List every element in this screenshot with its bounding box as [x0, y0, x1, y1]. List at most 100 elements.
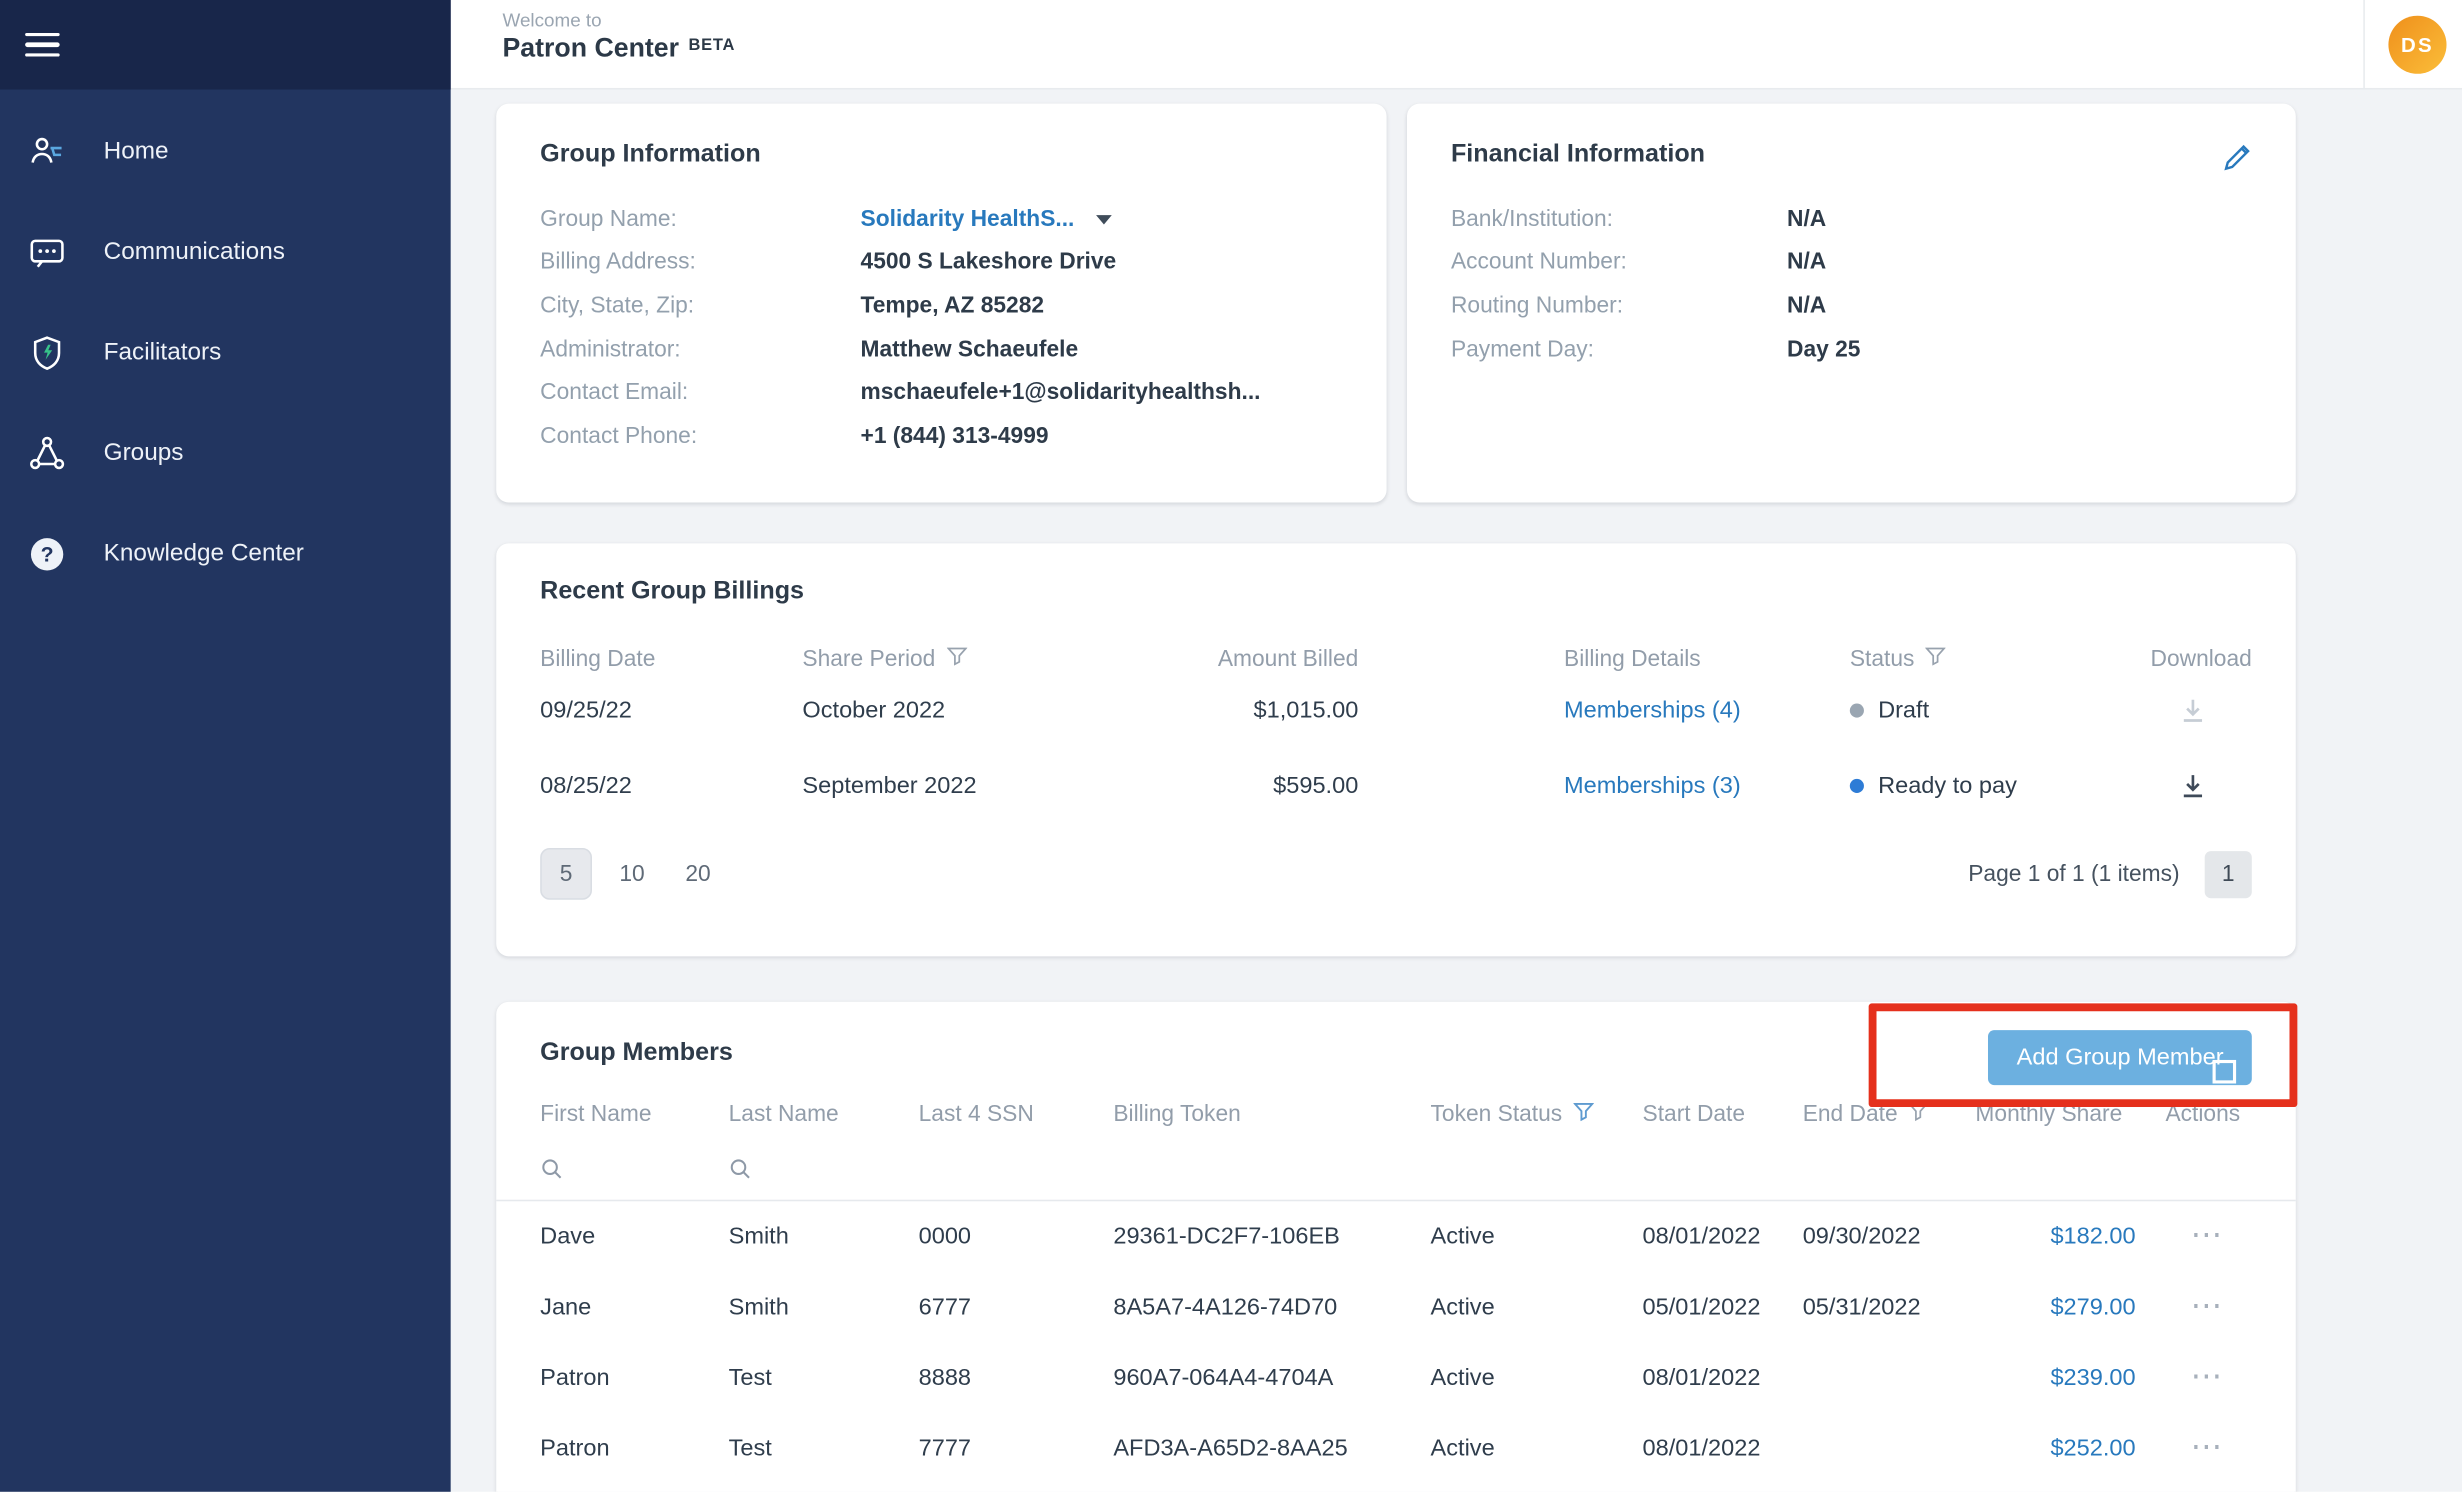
beta-badge: BETA — [688, 36, 735, 55]
avatar[interactable]: DS — [2388, 16, 2446, 74]
filter-icon[interactable] — [1925, 647, 1945, 672]
network-icon — [25, 432, 69, 476]
billing-token: 29361-DC2F7-106EB — [1113, 1223, 1430, 1250]
start-date: 08/01/2022 — [1643, 1435, 1803, 1462]
more-actions-icon[interactable]: ⋯ — [2165, 1432, 2222, 1463]
last-name: Test — [729, 1365, 919, 1392]
page-1-button[interactable]: 1 — [2205, 850, 2252, 897]
menu-toggle-button[interactable] — [25, 27, 69, 62]
billing-token: AFD3A-A65D2-8AA25 — [1113, 1435, 1430, 1462]
member-row: Dave Smith 0000 29361-DC2F7-106EB Active… — [540, 1201, 2252, 1272]
last4-ssn: 6777 — [919, 1294, 1114, 1321]
column-header: Last 4 SSN — [919, 1102, 1114, 1127]
field-value: N/A — [1787, 294, 2252, 319]
person-desk-icon — [25, 130, 69, 174]
field-value: mschaeufele+1@solidarityhealthsh... — [861, 380, 1343, 405]
sidebar-item-facilitators[interactable]: Facilitators — [0, 303, 451, 403]
field-label: City, State, Zip: — [540, 294, 860, 319]
chat-icon — [25, 231, 69, 275]
info-row: Group Name: Solidarity HealthS... — [540, 198, 1342, 241]
billing-token: 8A5A7-4A126-74D70 — [1113, 1294, 1430, 1321]
billing-row: 08/25/22 September 2022 $595.00 Membersh… — [540, 747, 2252, 822]
page-size-10-button[interactable]: 10 — [606, 848, 658, 900]
card-title: Recent Group Billings — [540, 578, 2252, 606]
last-name-search-icon[interactable] — [729, 1157, 753, 1181]
page-size-20-button[interactable]: 20 — [672, 848, 724, 900]
first-name: Jane — [540, 1294, 728, 1321]
last-name: Smith — [729, 1223, 919, 1250]
monthly-share-link[interactable]: $239.00 — [1975, 1365, 2135, 1392]
members-header-row: First Name Last Name Last 4 SSN Billing … — [540, 1102, 2252, 1127]
last-name: Test — [729, 1435, 919, 1462]
column-header: Share Period — [802, 647, 1105, 672]
info-row: Contact Phone: +1 (844) 313-4999 — [540, 415, 1342, 458]
filter-icon[interactable] — [1909, 1102, 1929, 1127]
info-row: Payment Day: Day 25 — [1451, 328, 2252, 371]
billing-token: 960A7-064A4-4704A — [1113, 1365, 1430, 1392]
more-actions-icon[interactable]: ⋯ — [2165, 1361, 2222, 1392]
token-status: Active — [1431, 1294, 1643, 1321]
header-divider — [2363, 0, 2365, 90]
start-date: 08/01/2022 — [1643, 1223, 1803, 1250]
card-title: Group Information — [540, 141, 1342, 169]
billings-pagination: 5 10 20 Page 1 of 1 (1 items) 1 — [540, 848, 2252, 900]
last-name: Smith — [729, 1294, 919, 1321]
first-name-search-icon[interactable] — [540, 1157, 564, 1181]
member-row: Patron Test 7777 AFD3A-A65D2-8AA25 Activ… — [540, 1413, 2252, 1484]
group-name-link[interactable]: Solidarity HealthS... — [861, 207, 1075, 232]
info-row: Billing Address: 4500 S Lakeshore Drive — [540, 241, 1342, 284]
svg-text:?: ? — [41, 543, 54, 567]
app-window: Home Communications Facilitators Groups — [0, 0, 2462, 1492]
info-row: Account Number: N/A — [1451, 241, 2252, 284]
chevron-down-icon[interactable] — [1096, 215, 1112, 224]
billing-row: 09/25/22 October 2022 $1,015.00 Membersh… — [540, 672, 2252, 747]
billing-date: 08/25/22 — [540, 772, 802, 799]
billings-header-row: Billing Date Share Period Amount Billed … — [540, 647, 2252, 672]
start-date: 08/01/2022 — [1643, 1365, 1803, 1392]
last4-ssn: 0000 — [919, 1223, 1114, 1250]
column-header: Billing Token — [1113, 1102, 1430, 1127]
field-value: Matthew Schaeufele — [861, 337, 1343, 362]
filter-icon[interactable] — [1573, 1102, 1593, 1127]
field-label: Routing Number: — [1451, 294, 1787, 319]
sidebar-item-home[interactable]: Home — [0, 102, 451, 202]
column-header: End Date — [1803, 1102, 1976, 1127]
monthly-share-link[interactable]: $279.00 — [1975, 1294, 2135, 1321]
edit-pencil-icon[interactable] — [2214, 138, 2258, 182]
filter-icon[interactable] — [946, 647, 966, 672]
info-row: Contact Email: mschaeufele+1@solidarityh… — [540, 371, 1342, 414]
sidebar-item-groups[interactable]: Groups — [0, 404, 451, 504]
column-header: Token Status — [1431, 1102, 1643, 1127]
header: Welcome to Patron CenterBETA DS — [451, 0, 2462, 90]
sidebar-item-communications[interactable]: Communications — [0, 203, 451, 303]
download-icon[interactable] — [2178, 695, 2208, 725]
member-row: Patron Test 8888 960A7-064A4-4704A Activ… — [540, 1343, 2252, 1414]
field-label: Payment Day: — [1451, 337, 1787, 362]
last4-ssn: 7777 — [919, 1435, 1114, 1462]
status-badge: Draft — [1850, 696, 2131, 723]
column-header: Download — [2131, 647, 2252, 672]
memberships-link[interactable]: Memberships (3) — [1564, 772, 1741, 799]
more-actions-icon[interactable]: ⋯ — [2165, 1291, 2222, 1322]
memberships-link[interactable]: Memberships (4) — [1564, 696, 1741, 723]
download-icon[interactable] — [2178, 770, 2208, 800]
last4-ssn: 8888 — [919, 1365, 1114, 1392]
field-value: +1 (844) 313-4999 — [861, 424, 1343, 449]
info-row: Bank/Institution: N/A — [1451, 198, 2252, 241]
monthly-share-link[interactable]: $182.00 — [1975, 1223, 2135, 1250]
monthly-share-link[interactable]: $252.00 — [1975, 1435, 2135, 1462]
field-value: 4500 S Lakeshore Drive — [861, 250, 1343, 275]
field-value: Tempe, AZ 85282 — [861, 294, 1343, 319]
add-group-member-button[interactable]: Add Group Member — [1988, 1030, 2251, 1085]
shield-icon — [25, 331, 69, 375]
column-header: Last Name — [729, 1102, 919, 1127]
sidebar-item-label: Communications — [104, 239, 285, 267]
field-label: Contact Email: — [540, 380, 860, 405]
page-size-5-button[interactable]: 5 — [540, 848, 592, 900]
sidebar-item-knowledge-center[interactable]: ? Knowledge Center — [0, 504, 451, 604]
more-actions-icon[interactable]: ⋯ — [2165, 1220, 2222, 1251]
token-status: Active — [1431, 1223, 1643, 1250]
column-header: Billing Date — [540, 647, 802, 672]
column-header: Start Date — [1643, 1102, 1803, 1127]
info-row: Routing Number: N/A — [1451, 285, 2252, 328]
